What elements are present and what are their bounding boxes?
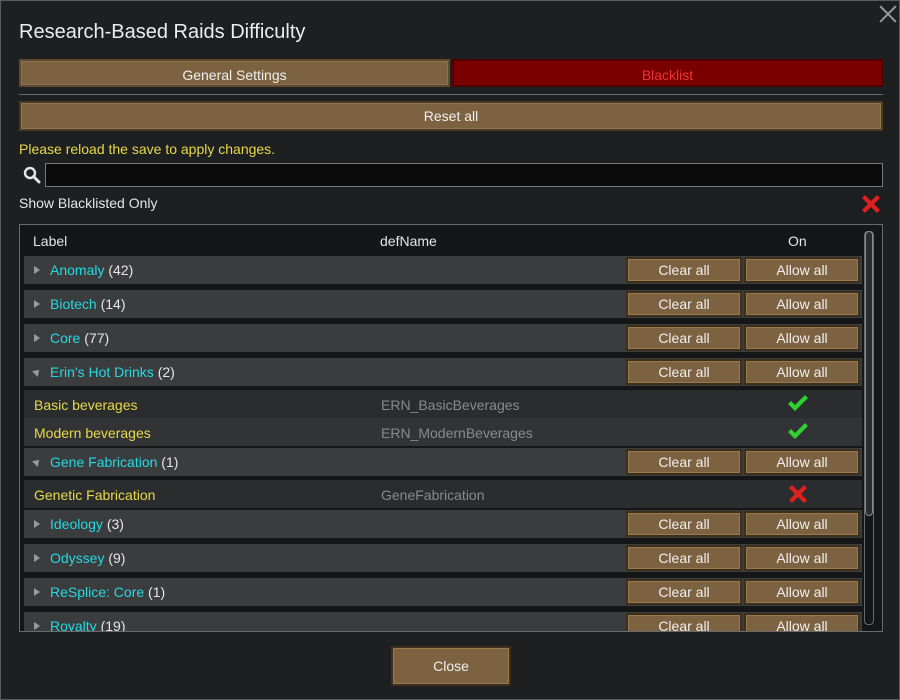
group-title: Erin's Hot Drinks [50, 364, 154, 380]
search-icon [23, 166, 41, 184]
group-row[interactable]: Anomaly (42) Clear all Allow all [24, 256, 862, 284]
group-count: (9) [108, 550, 126, 566]
group-name[interactable]: Gene Fabrication (1) [50, 454, 178, 470]
check-icon[interactable] [786, 421, 810, 443]
clear-all-button[interactable]: Clear all [626, 579, 742, 605]
group-title: Royalty [50, 618, 97, 632]
allow-all-button[interactable]: Allow all [744, 613, 860, 631]
group-count: (19) [100, 618, 126, 632]
show-blacklisted-label: Show Blacklisted Only [19, 195, 158, 211]
group-title: Odyssey [50, 550, 105, 566]
item-label: Modern beverages [34, 425, 151, 441]
list-item: Basic beverages ERN_BasicBeverages [24, 390, 862, 418]
item-defname: ERN_BasicBeverages [381, 397, 520, 413]
group-row[interactable]: Odyssey (9) Clear all Allow all [24, 544, 862, 572]
group-title: Core [50, 330, 81, 346]
settings-dialog: Research-Based Raids Difficulty General … [0, 0, 900, 700]
group-row[interactable]: Gene Fabrication (1) Clear all Allow all [24, 448, 862, 476]
check-icon[interactable] [786, 393, 810, 415]
dialog-title: Research-Based Raids Difficulty [19, 21, 306, 43]
search-input[interactable] [45, 163, 883, 187]
item-defname: ERN_ModernBeverages [381, 425, 533, 441]
item-label: Genetic Fabrication [34, 487, 156, 503]
list-item: Genetic Fabrication GeneFabrication [24, 480, 862, 508]
group-count: (2) [157, 364, 175, 380]
clear-all-button[interactable]: Clear all [626, 257, 742, 283]
expand-closed-icon[interactable] [34, 520, 40, 528]
close-button[interactable]: Close [391, 646, 511, 686]
expand-closed-icon[interactable] [34, 554, 40, 562]
close-icon[interactable] [873, 1, 900, 27]
allow-all-button[interactable]: Allow all [744, 257, 860, 283]
expand-closed-icon[interactable] [34, 300, 40, 308]
group-count: (1) [148, 584, 166, 600]
group-count: (1) [161, 454, 179, 470]
allow-all-button[interactable]: Allow all [744, 511, 860, 537]
header-defname: defName [380, 233, 437, 249]
divider [19, 94, 883, 95]
allow-all-button[interactable]: Allow all [744, 579, 860, 605]
group-name[interactable]: Ideology (3) [50, 516, 124, 532]
header-on: On [788, 233, 807, 249]
group-name[interactable]: Royalty (19) [50, 618, 126, 632]
clear-all-button[interactable]: Clear all [626, 291, 742, 317]
tab-blacklist[interactable]: Blacklist [452, 59, 883, 87]
expand-open-icon[interactable] [32, 367, 42, 377]
clear-all-button[interactable]: Clear all [626, 511, 742, 537]
clear-all-button[interactable]: Clear all [626, 359, 742, 385]
allow-all-button[interactable]: Allow all [744, 359, 860, 385]
item-label: Basic beverages [34, 397, 138, 413]
group-row[interactable]: ReSplice: Core (1) Clear all Allow all [24, 578, 862, 606]
tab-general-settings[interactable]: General Settings [19, 59, 450, 87]
group-name[interactable]: Anomaly (42) [50, 262, 133, 278]
group-count: (77) [84, 330, 110, 346]
header-label: Label [33, 233, 68, 249]
reload-message: Please reload the save to apply changes. [19, 141, 276, 157]
clear-all-button[interactable]: Clear all [626, 545, 742, 571]
expand-closed-icon[interactable] [34, 266, 40, 274]
allow-all-button[interactable]: Allow all [744, 449, 860, 475]
blacklist-table: Label defName On Anomaly (42) Clear all Al… [19, 224, 883, 632]
group-name[interactable]: Biotech (14) [50, 296, 126, 312]
clear-all-button[interactable]: Clear all [626, 449, 742, 475]
group-name[interactable]: Erin's Hot Drinks (2) [50, 364, 175, 380]
allow-all-button[interactable]: Allow all [744, 325, 860, 351]
group-title: Ideology [50, 516, 103, 532]
group-title: Biotech [50, 296, 97, 312]
expand-closed-icon[interactable] [34, 588, 40, 596]
group-row[interactable]: Royalty (19) Clear all Allow all [24, 612, 862, 632]
clear-all-button[interactable]: Clear all [626, 613, 742, 631]
clear-all-button[interactable]: Clear all [626, 325, 742, 351]
allow-all-button[interactable]: Allow all [744, 291, 860, 317]
reset-all-button[interactable]: Reset all [19, 101, 883, 131]
list-item: Modern beverages ERN_ModernBeverages [24, 418, 862, 446]
allow-all-button[interactable]: Allow all [744, 545, 860, 571]
group-name[interactable]: Core (77) [50, 330, 109, 346]
cross-icon[interactable] [859, 192, 883, 216]
expand-closed-icon[interactable] [34, 622, 40, 630]
expand-open-icon[interactable] [32, 457, 42, 467]
item-defname: GeneFabrication [381, 487, 485, 503]
cross-icon[interactable] [786, 483, 810, 505]
group-row[interactable]: Biotech (14) Clear all Allow all [24, 290, 862, 318]
scrollbar-thumb[interactable] [865, 231, 873, 516]
group-row[interactable]: Core (77) Clear all Allow all [24, 324, 862, 352]
group-title: Anomaly [50, 262, 105, 278]
group-count: (3) [106, 516, 124, 532]
expand-closed-icon[interactable] [34, 334, 40, 342]
group-title: Gene Fabrication [50, 454, 158, 470]
group-count: (42) [108, 262, 134, 278]
group-name[interactable]: ReSplice: Core (1) [50, 584, 165, 600]
group-name[interactable]: Odyssey (9) [50, 550, 125, 566]
group-row[interactable]: Erin's Hot Drinks (2) Clear all Allow all [24, 358, 862, 386]
group-count: (14) [100, 296, 126, 312]
group-title: ReSplice: Core [50, 584, 145, 600]
group-row[interactable]: Ideology (3) Clear all Allow all [24, 510, 862, 538]
